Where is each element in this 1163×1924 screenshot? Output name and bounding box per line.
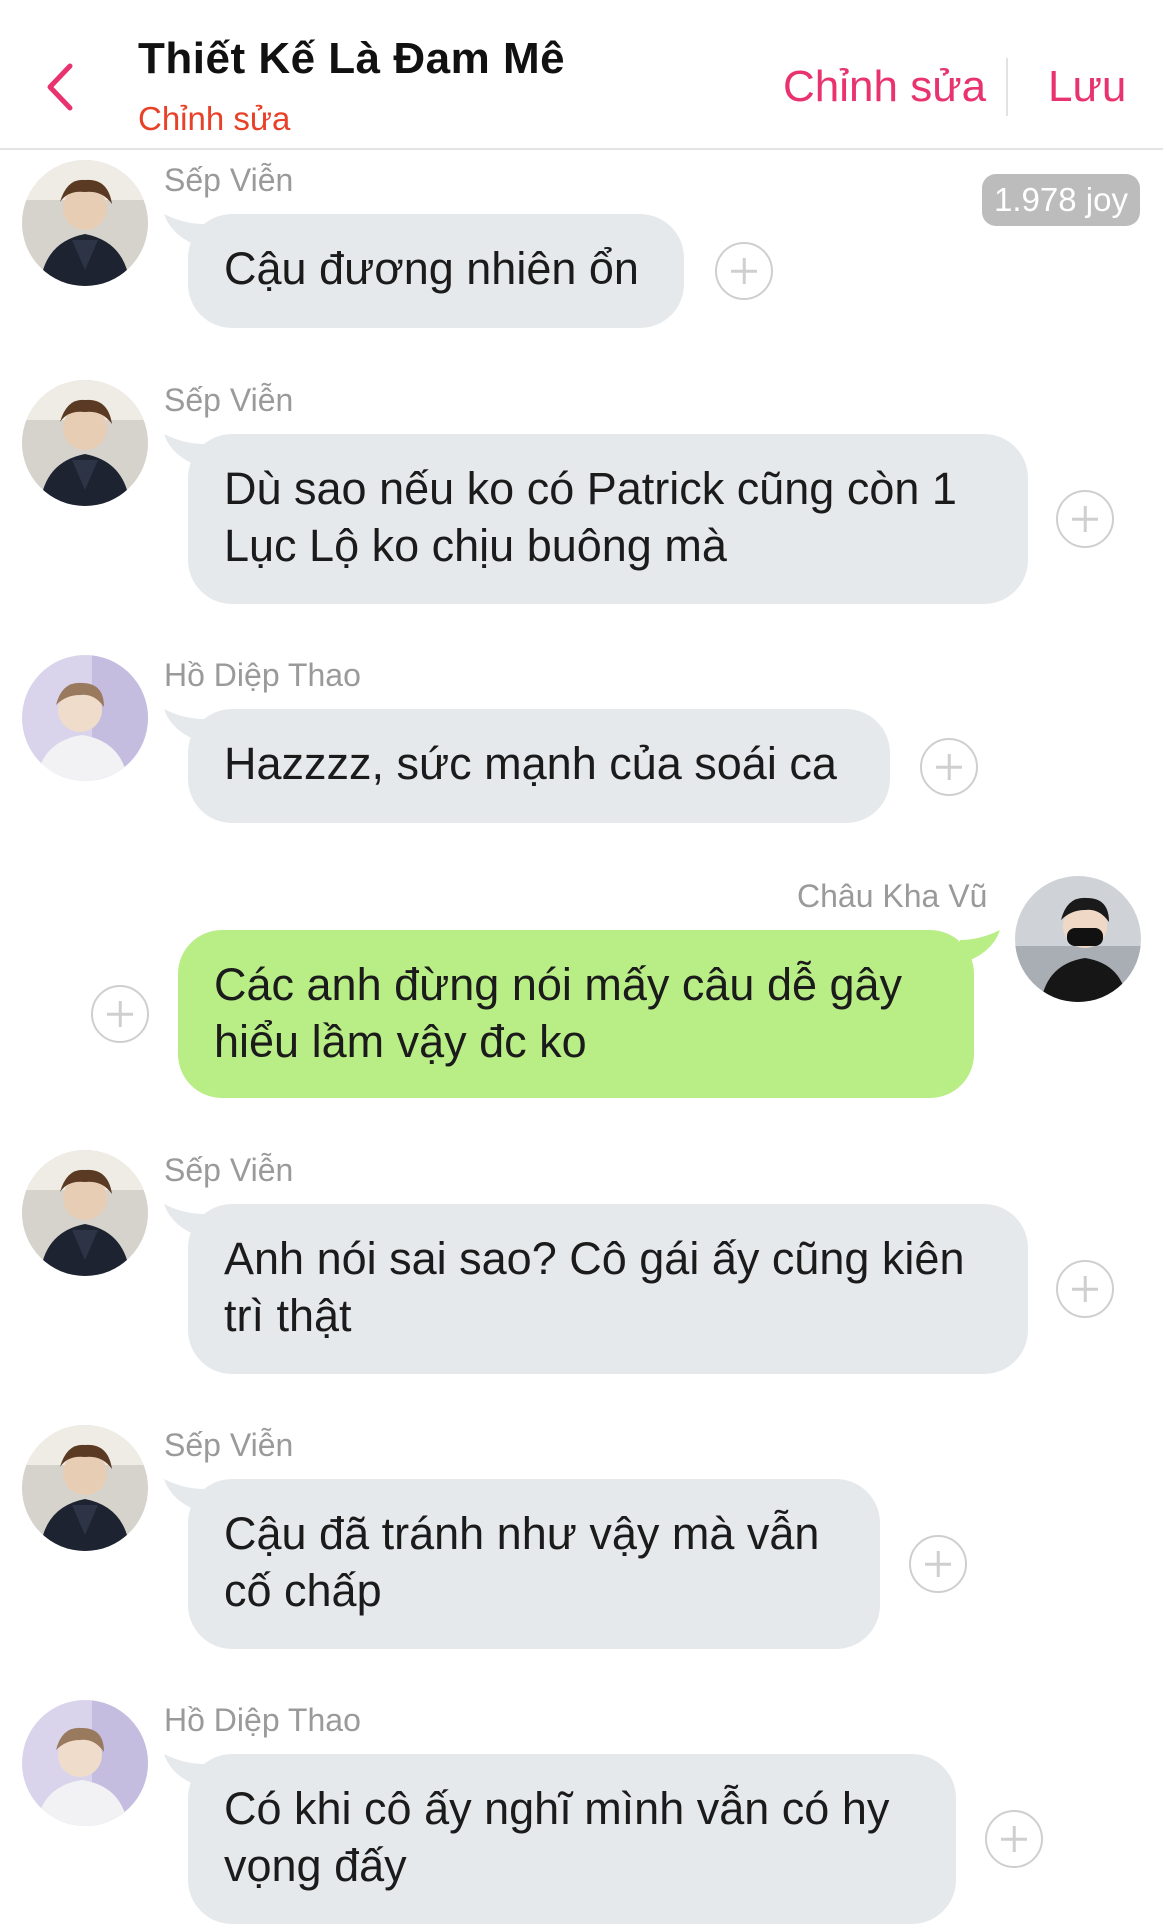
chevron-left-icon <box>47 63 73 111</box>
avatar-sep-vien[interactable] <box>22 380 148 506</box>
add-reaction-button[interactable] <box>909 1535 967 1593</box>
message-text: Có khi cô ấy nghĩ mình vẫn có hy <box>224 1783 890 1834</box>
message-text: Lục Lộ ko chịu buông mà <box>224 520 727 571</box>
message-text: Anh nói sai sao? Cô gái ấy cũng kiên <box>224 1233 965 1284</box>
chat-header: Thiết Kế Là Đam Mê Chỉnh sửa Chỉnh sửa L… <box>0 0 1163 150</box>
message-bubble[interactable]: Anh nói sai sao? Cô gái ấy cũng kiên trì… <box>188 1204 1028 1374</box>
sender-name: Châu Kha Vũ <box>797 878 988 914</box>
add-reaction-button[interactable] <box>91 985 149 1043</box>
back-button[interactable] <box>40 62 84 112</box>
avatar-ho-diep-thao[interactable] <box>22 655 148 781</box>
message-text: trì thật <box>224 1290 352 1341</box>
message-text: vọng đấy <box>224 1840 407 1891</box>
edit-button[interactable]: Chỉnh sửa <box>783 62 986 112</box>
message-text: Cậu đã tránh như vậy mà vẫn <box>224 1508 820 1559</box>
avatar-sep-vien[interactable] <box>22 1425 148 1551</box>
joy-balance-badge: 1.978 joy <box>982 174 1140 226</box>
sender-name: Sếp Viễn <box>164 1152 294 1188</box>
avatar-sep-vien[interactable] <box>22 1150 148 1276</box>
avatar-chau-kha-vu[interactable] <box>1015 876 1141 1002</box>
message-text: Dù sao nếu ko có Patrick cũng còn 1 <box>224 463 957 514</box>
message-text: cố chấp <box>224 1565 382 1616</box>
message-bubble[interactable]: Dù sao nếu ko có Patrick cũng còn 1 Lục … <box>188 434 1028 604</box>
message-text: Các anh đừng nói mấy câu dễ gây <box>214 959 903 1010</box>
save-button[interactable]: Lưu <box>1048 62 1126 112</box>
message-bubble[interactable]: Cậu đã tránh như vậy mà vẫn cố chấp <box>188 1479 880 1649</box>
sender-name: Sếp Viễn <box>164 162 294 198</box>
sender-name: Hồ Diệp Thao <box>164 1702 361 1738</box>
sender-name: Sếp Viễn <box>164 1427 294 1463</box>
message-bubble[interactable]: Có khi cô ấy nghĩ mình vẫn có hy vọng đấ… <box>188 1754 956 1924</box>
chat-title: Thiết Kế Là Đam Mê <box>138 34 566 83</box>
avatar-ho-diep-thao[interactable] <box>22 1700 148 1826</box>
message-text: hiểu lầm vậy đc ko <box>214 1016 587 1067</box>
message-bubble[interactable]: Hazzzz, sức mạnh của soái ca <box>188 709 890 823</box>
message-text: Hazzzz, sức mạnh của soái ca <box>224 738 837 789</box>
chat-subtitle: Chỉnh sửa <box>138 100 291 137</box>
header-divider <box>1006 58 1008 116</box>
avatar-sep-vien[interactable] <box>22 160 148 286</box>
add-reaction-button[interactable] <box>1056 490 1114 548</box>
add-reaction-button[interactable] <box>920 738 978 796</box>
message-text: Cậu đương nhiên ổn <box>224 243 639 294</box>
sender-name: Hồ Diệp Thao <box>164 657 361 693</box>
add-reaction-button[interactable] <box>715 242 773 300</box>
sender-name: Sếp Viễn <box>164 382 294 418</box>
add-reaction-button[interactable] <box>985 1810 1043 1868</box>
message-bubble[interactable]: Các anh đừng nói mấy câu dễ gây hiểu lầm… <box>178 930 974 1098</box>
message-bubble[interactable]: Cậu đương nhiên ổn <box>188 214 684 328</box>
add-reaction-button[interactable] <box>1056 1260 1114 1318</box>
